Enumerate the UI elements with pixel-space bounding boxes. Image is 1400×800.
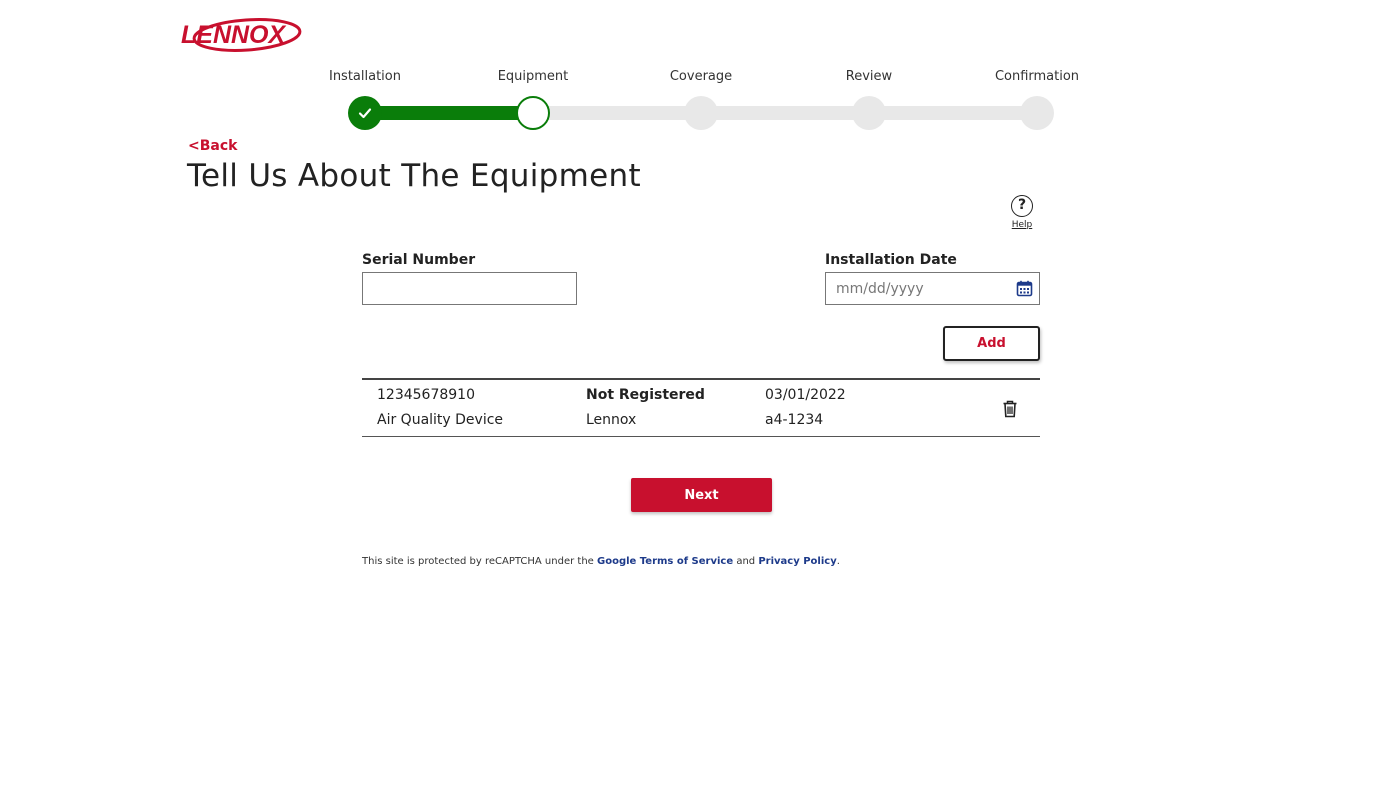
trash-icon[interactable] xyxy=(1002,400,1018,418)
installation-date-input[interactable] xyxy=(826,273,1006,304)
recaptcha-suffix: . xyxy=(836,556,840,567)
question-mark-icon: ? xyxy=(1011,195,1033,217)
equipment-serial: 12345678910 xyxy=(377,387,475,403)
check-icon xyxy=(358,108,372,119)
equipment-list: 12345678910 Air Quality Device Not Regis… xyxy=(362,378,1040,437)
add-equipment-button[interactable]: Add xyxy=(943,326,1040,361)
recaptcha-notice: This site is protected by reCAPTCHA unde… xyxy=(362,556,840,567)
lennox-logo: LENNOX xyxy=(177,16,303,54)
page-title: Tell Us About The Equipment xyxy=(187,158,641,194)
equipment-brand: Lennox xyxy=(586,412,637,428)
installation-date-label: Installation Date xyxy=(825,252,957,268)
equipment-status: Not Registered xyxy=(586,387,705,403)
help-label: Help xyxy=(1011,220,1033,230)
equipment-install-date: 03/01/2022 xyxy=(765,387,846,403)
privacy-policy-link[interactable]: Privacy Policy xyxy=(758,556,836,567)
help-button[interactable]: ? Help xyxy=(1008,195,1036,230)
installation-date-field xyxy=(825,272,1040,305)
step-dot-review xyxy=(852,96,886,130)
logo-graphic: LENNOX xyxy=(181,18,302,52)
step-label-installation: Installation xyxy=(328,69,401,84)
recaptcha-prefix: This site is protected by reCAPTCHA unde… xyxy=(362,556,594,567)
equipment-type: Air Quality Device xyxy=(377,412,504,428)
step-label-equipment: Equipment xyxy=(497,69,569,84)
step-dot-equipment xyxy=(516,96,550,130)
logo-text: LENNOX xyxy=(181,21,287,49)
progress-stepper: Installation Equipment Coverage Review C… xyxy=(300,66,1100,136)
equipment-model: a4-1234 xyxy=(765,412,824,428)
step-dot-confirmation xyxy=(1020,96,1054,130)
step-dot-coverage xyxy=(684,96,718,130)
back-link[interactable]: <Back xyxy=(188,138,237,154)
google-terms-link[interactable]: Google Terms of Service xyxy=(597,556,733,567)
step-dot-installation xyxy=(348,96,382,130)
next-button[interactable]: Next xyxy=(631,478,772,512)
stepper-progress-fill xyxy=(365,106,533,120)
calendar-icon[interactable] xyxy=(1016,280,1033,297)
serial-number-input[interactable] xyxy=(362,272,577,305)
recaptcha-and: and xyxy=(736,556,756,567)
step-label-coverage: Coverage xyxy=(669,69,733,84)
step-label-confirmation: Confirmation xyxy=(994,69,1080,84)
serial-number-label: Serial Number xyxy=(362,252,476,268)
step-label-review: Review xyxy=(845,69,893,84)
